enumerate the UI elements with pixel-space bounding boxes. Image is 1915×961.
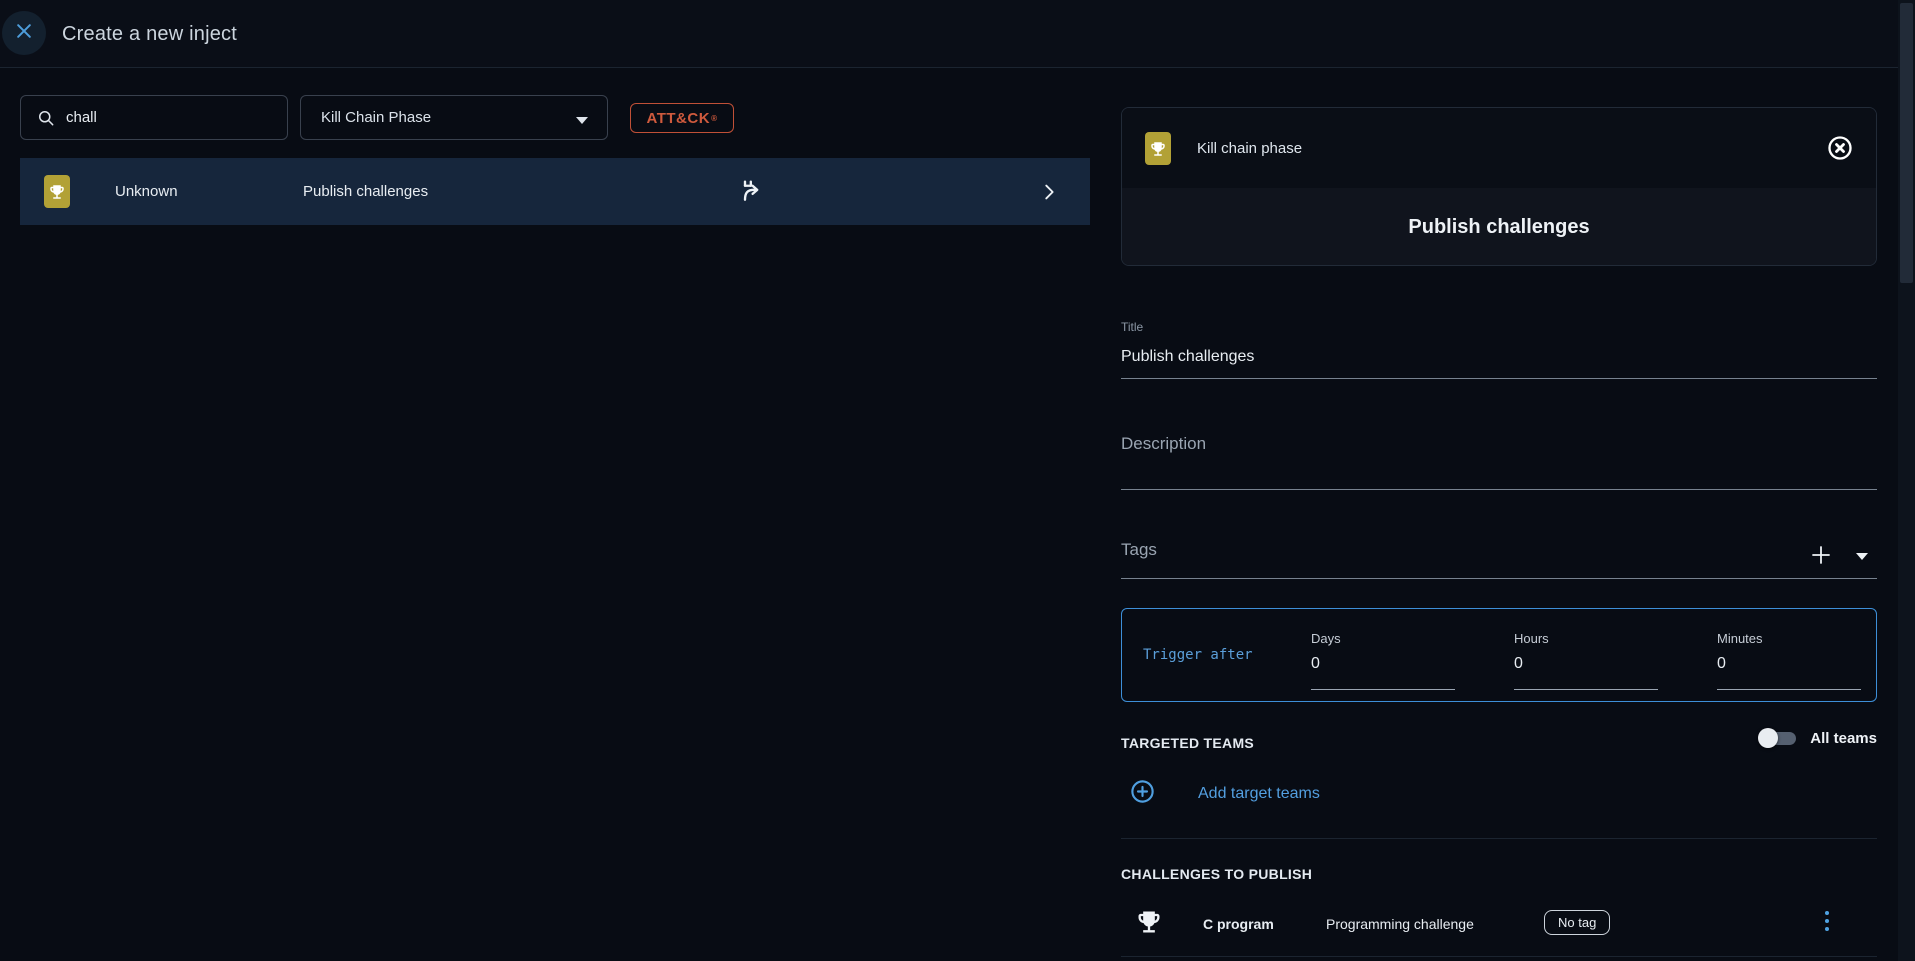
add-target-teams-label: Add target teams xyxy=(1198,785,1320,803)
page-title: Create a new inject xyxy=(62,0,237,68)
kill-chain-phase-card: Kill chain phase Publish challenges xyxy=(1121,107,1877,266)
challenge-category: Programming challenge xyxy=(1326,916,1474,932)
challenge-menu-button[interactable] xyxy=(1823,909,1831,933)
create-inject-dialog: Create a new inject Kill Chain Phase ATT… xyxy=(0,0,1915,961)
tags-actions xyxy=(1809,543,1869,572)
trigger-after-label: Trigger after xyxy=(1143,647,1253,663)
tags-dropdown-icon[interactable] xyxy=(1855,549,1869,567)
divider xyxy=(1121,838,1877,839)
all-teams-label: All teams xyxy=(1810,730,1877,747)
inject-detail-panel: Kill chain phase Publish challenges Titl… xyxy=(1121,0,1877,961)
kill-chain-phase-select[interactable]: Kill Chain Phase xyxy=(300,95,608,140)
days-label: Days xyxy=(1311,631,1341,646)
trigger-days-field: Days xyxy=(1311,609,1455,703)
hours-input[interactable] xyxy=(1514,655,1654,673)
title-input[interactable] xyxy=(1121,348,1877,366)
registered-mark: ® xyxy=(711,114,717,123)
divider xyxy=(1121,956,1877,957)
result-phase: Unknown xyxy=(115,183,178,200)
scrollbar[interactable] xyxy=(1898,0,1915,961)
challenge-tag-chip: No tag xyxy=(1544,910,1610,935)
title-underline xyxy=(1121,378,1877,379)
selected-inject-heading: Publish challenges xyxy=(1408,216,1589,239)
trophy-icon xyxy=(1135,908,1163,941)
trigger-minutes-field: Minutes xyxy=(1717,609,1861,703)
attack-filter-button[interactable]: ATT&CK® xyxy=(630,103,734,133)
phase-card-kicker: Kill chain phase xyxy=(1197,108,1302,188)
description-input[interactable] xyxy=(1121,455,1877,473)
challenges-heading: CHALLENGES TO PUBLISH xyxy=(1121,866,1312,882)
close-icon xyxy=(14,21,34,46)
title-field-label: Title xyxy=(1121,320,1143,334)
trophy-badge-icon xyxy=(1145,132,1171,165)
trigger-hours-field: Hours xyxy=(1514,609,1658,703)
close-dialog-button[interactable] xyxy=(2,11,46,55)
remove-selection-icon[interactable] xyxy=(1826,134,1854,167)
description-underline xyxy=(1121,489,1877,490)
hours-label: Hours xyxy=(1514,631,1549,646)
days-input[interactable] xyxy=(1311,655,1451,673)
chevron-right-icon xyxy=(1038,181,1060,208)
result-title: Publish challenges xyxy=(303,183,428,200)
minutes-input[interactable] xyxy=(1717,655,1857,673)
inject-result-row[interactable]: Unknown Publish challenges xyxy=(20,158,1090,225)
challenge-row[interactable]: C program Programming challenge No tag xyxy=(1121,895,1877,953)
tags-field-label: Tags xyxy=(1121,540,1157,560)
description-field-label: Description xyxy=(1121,434,1206,454)
targeted-teams-heading: TARGETED TEAMS xyxy=(1121,735,1254,751)
scrollbar-thumb[interactable] xyxy=(1900,3,1913,283)
minutes-label: Minutes xyxy=(1717,631,1763,646)
chevron-down-icon xyxy=(575,113,589,131)
trigger-after-box: Trigger after Days Hours Minutes xyxy=(1121,608,1877,702)
kill-chain-phase-label: Kill Chain Phase xyxy=(321,109,431,126)
phase-card-header: Kill chain phase xyxy=(1122,108,1876,188)
all-teams-toggle[interactable] xyxy=(1758,727,1800,749)
add-target-teams-button[interactable]: Add target teams xyxy=(1129,778,1320,810)
add-tag-icon[interactable] xyxy=(1809,543,1833,572)
challenge-name: C program xyxy=(1203,916,1274,932)
all-teams-control: All teams xyxy=(1758,727,1877,749)
trophy-badge-icon xyxy=(44,175,70,208)
add-circle-icon xyxy=(1129,778,1156,810)
tags-underline xyxy=(1121,578,1877,579)
route-icon xyxy=(738,177,766,210)
phase-card-body: Publish challenges xyxy=(1122,188,1876,266)
